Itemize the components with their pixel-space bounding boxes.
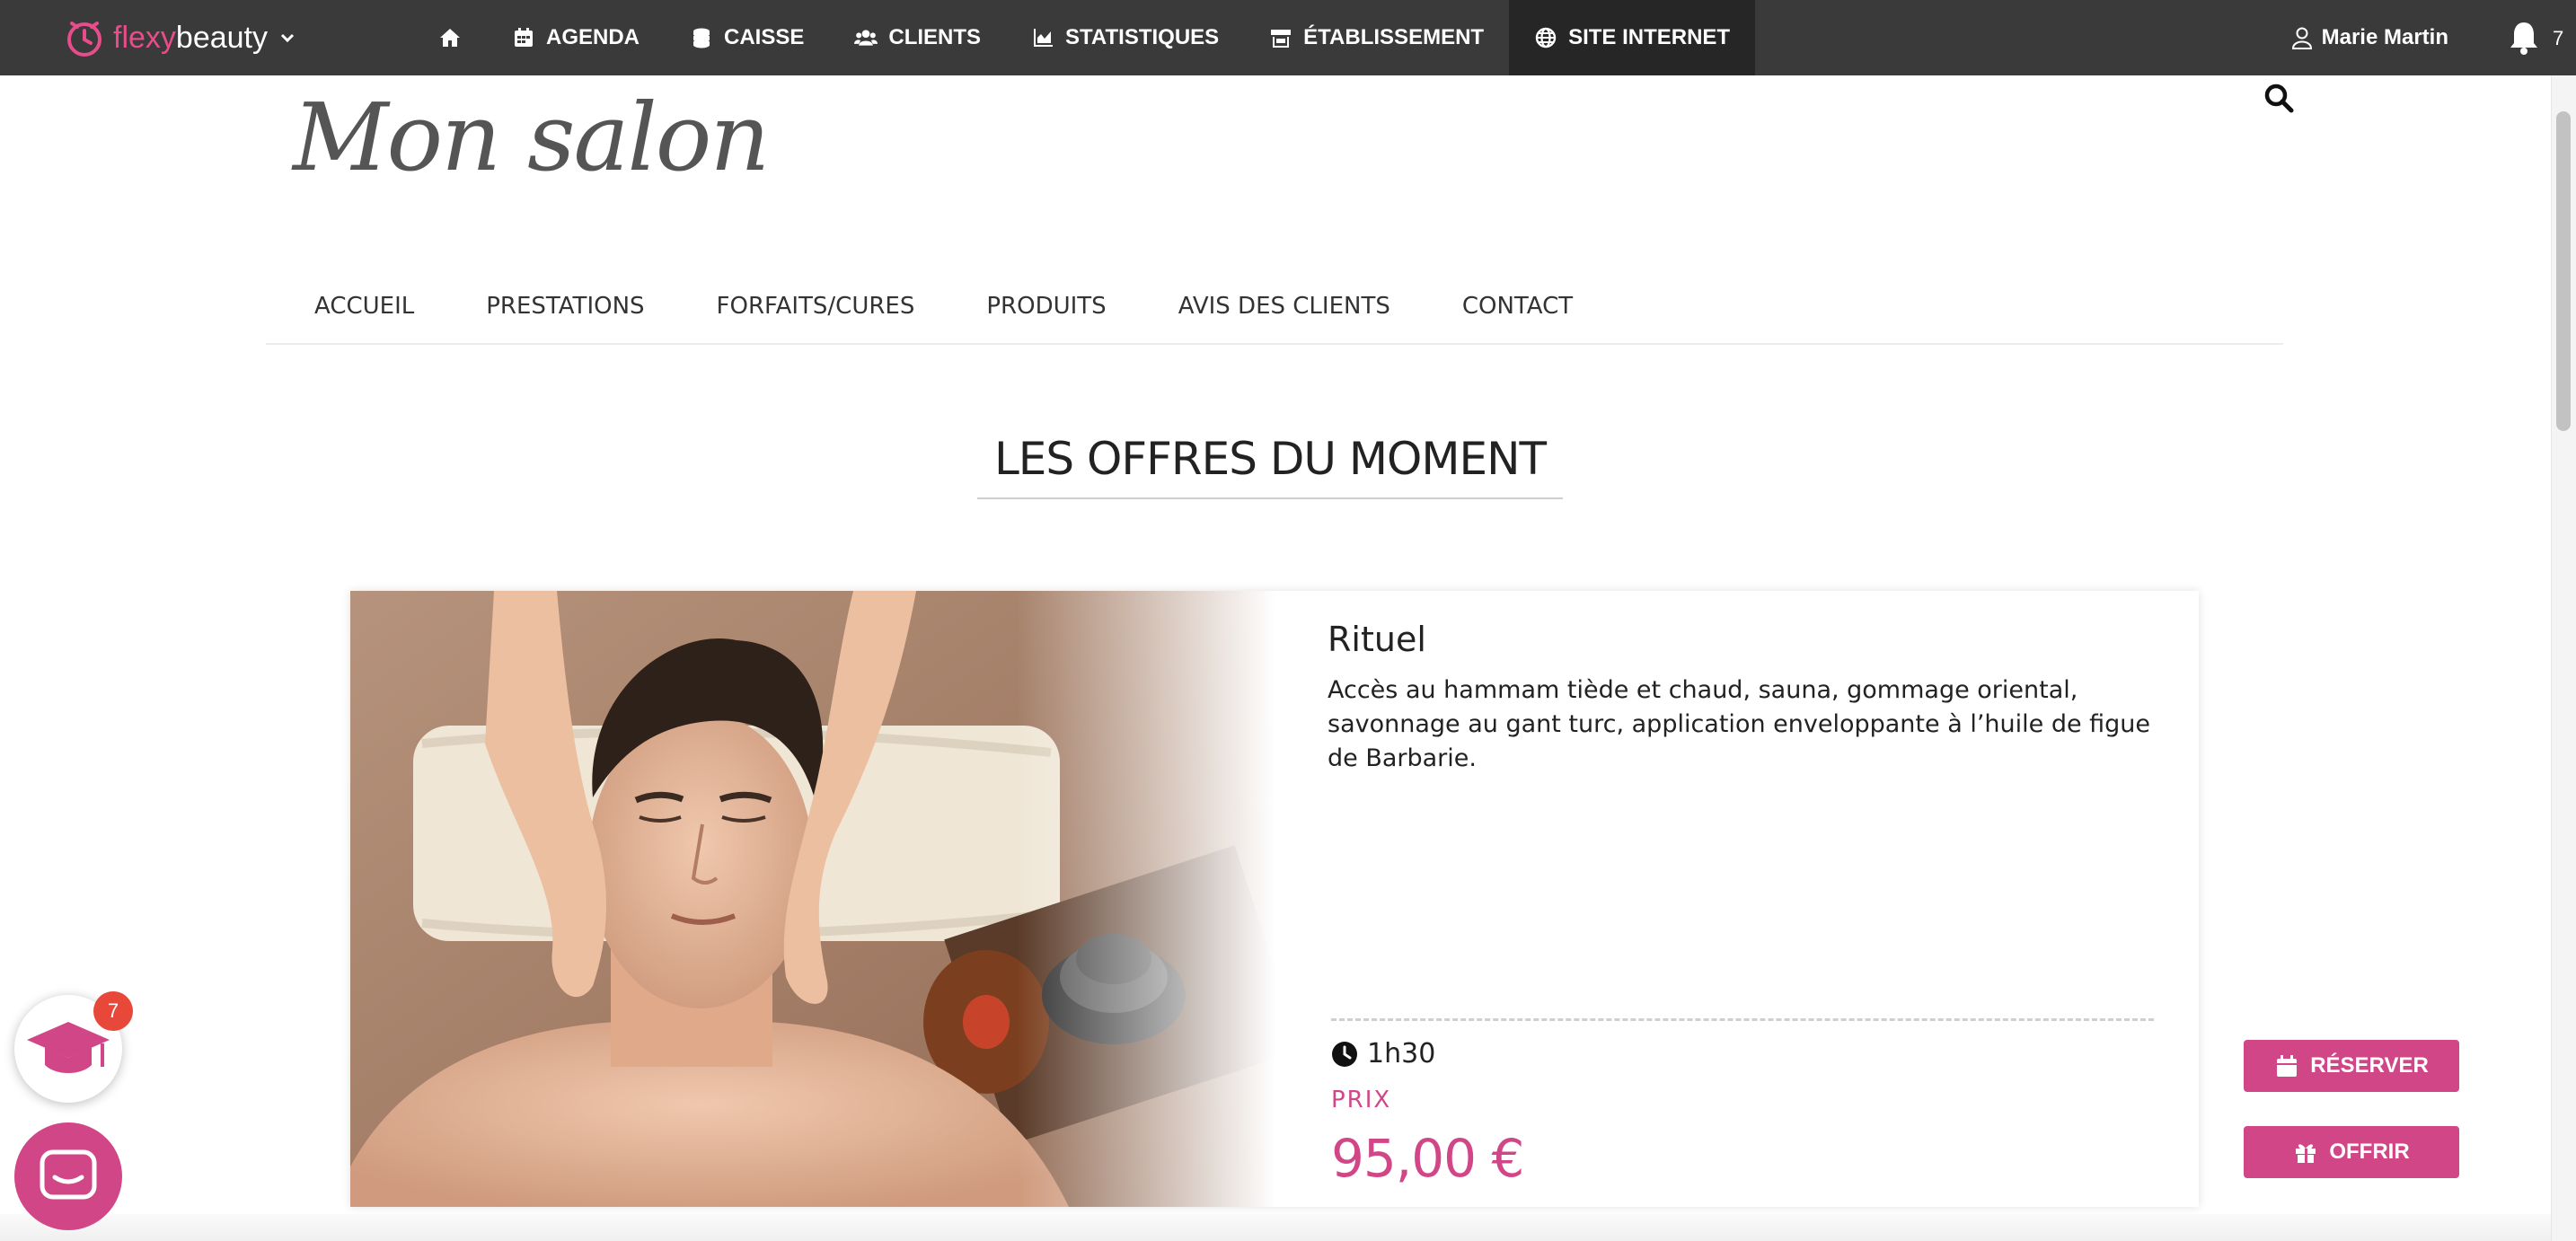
chat-launcher-button[interactable]: [14, 1122, 122, 1230]
globe-icon: [1535, 27, 1557, 48]
gift-button[interactable]: OFFRIR: [2244, 1126, 2459, 1178]
site-nav-accueil[interactable]: ACCUEIL: [314, 293, 414, 320]
chevron-down-icon: [280, 33, 295, 43]
clock-icon: [1332, 1041, 1357, 1067]
nav-caisse-label: CAISSE: [724, 25, 805, 49]
nav-site-internet-label: SITE INTERNET: [1568, 25, 1731, 49]
user-name: Marie Martin: [2321, 25, 2448, 49]
nav-statistiques-label: STATISTIQUES: [1065, 25, 1220, 49]
reserve-button[interactable]: RÉSERVER: [2244, 1040, 2459, 1092]
store-icon: [1271, 30, 1292, 48]
user-menu[interactable]: Marie Martin: [2291, 0, 2448, 75]
site-nav-produits[interactable]: PRODUITS: [986, 293, 1106, 320]
site-nav-avis-clients[interactable]: AVIS DES CLIENTS: [1178, 293, 1390, 320]
offer-card: Rituel Accès au hammam tiède et chaud, s…: [350, 591, 2459, 1207]
nav-clients[interactable]: CLIENTS: [829, 0, 1006, 75]
divider: [1331, 1018, 2154, 1021]
gift-icon: [2296, 1144, 2316, 1163]
nav-home[interactable]: [413, 0, 487, 75]
academy-notification-badge: 7: [93, 991, 133, 1031]
page-bottom-edge: [0, 1214, 2551, 1241]
nav-site-internet[interactable]: SITE INTERNET: [1509, 0, 1756, 75]
offer-description: Accès au hammam tiède et chaud, sauna, g…: [1328, 676, 2151, 772]
offer-duration-value: 1h30: [1367, 1038, 1436, 1069]
section-title: LES OFFRES DU MOMENT: [993, 433, 1547, 485]
notification-count: 7: [2553, 27, 2564, 49]
search-icon[interactable]: [2263, 83, 2294, 113]
site-navigation: ACCUEIL PRESTATIONS FORFAITS/CURES PRODU…: [266, 269, 2283, 345]
reserve-button-label: RÉSERVER: [2310, 1053, 2429, 1078]
section-heading: LES OFFRES DU MOMENT: [977, 426, 1563, 499]
site-nav-forfaits-cures[interactable]: FORFAITS/CURES: [717, 293, 915, 320]
chart-icon: [1034, 29, 1054, 47]
nav-agenda-label: AGENDA: [546, 25, 640, 49]
nav-etablissement[interactable]: ÉTABLISSEMENT: [1244, 0, 1509, 75]
brand-logo[interactable]: flexy beauty: [63, 13, 296, 63]
home-icon: [440, 29, 460, 47]
nav-caisse[interactable]: CAISSE: [665, 0, 829, 75]
site-nav-prestations[interactable]: PRESTATIONS: [486, 293, 644, 320]
main-navigation: AGENDA CAISSE CLIENTS STATISTIQUES ÉTABL…: [413, 0, 1756, 75]
nav-statistiques[interactable]: STATISTIQUES: [1006, 0, 1244, 75]
scrollbar-thumb[interactable]: [2556, 111, 2571, 431]
user-icon: [2291, 27, 2312, 49]
price-label: PRIX: [1331, 1087, 1392, 1113]
nav-etablissement-label: ÉTABLISSEMENT: [1303, 25, 1485, 49]
offer-title: Rituel: [1328, 620, 1426, 659]
nav-agenda[interactable]: AGENDA: [487, 0, 665, 75]
nav-clients-label: CLIENTS: [888, 25, 982, 49]
site-nav-contact[interactable]: CONTACT: [1462, 293, 1573, 320]
brand-name-part1: flexy: [113, 20, 176, 55]
users-icon: [854, 30, 878, 46]
graduation-cap-icon: [27, 1022, 110, 1073]
massage-photo: [350, 591, 1275, 1207]
brand-name-part2: beauty: [175, 20, 269, 55]
site-title: Mon salon: [293, 83, 770, 192]
offer-image: [350, 591, 1275, 1207]
gift-button-label: OFFRIR: [2329, 1140, 2410, 1164]
price-value: 95,00 €: [1331, 1128, 1524, 1189]
bell-icon[interactable]: [2508, 20, 2540, 56]
flexybeauty-logo-icon: [67, 22, 101, 57]
coins-icon: [693, 28, 710, 48]
offer-duration: 1h30: [1331, 1038, 1435, 1069]
calendar-icon: [2277, 1055, 2298, 1077]
offer-details: Rituel Accès au hammam tiède et chaud, s…: [1328, 591, 2459, 1207]
calendar-icon: [515, 28, 533, 47]
top-app-bar: flexy beauty AGENDA CAISSE CLIENTS STATI…: [0, 0, 2576, 75]
chat-icon: [40, 1149, 97, 1200]
